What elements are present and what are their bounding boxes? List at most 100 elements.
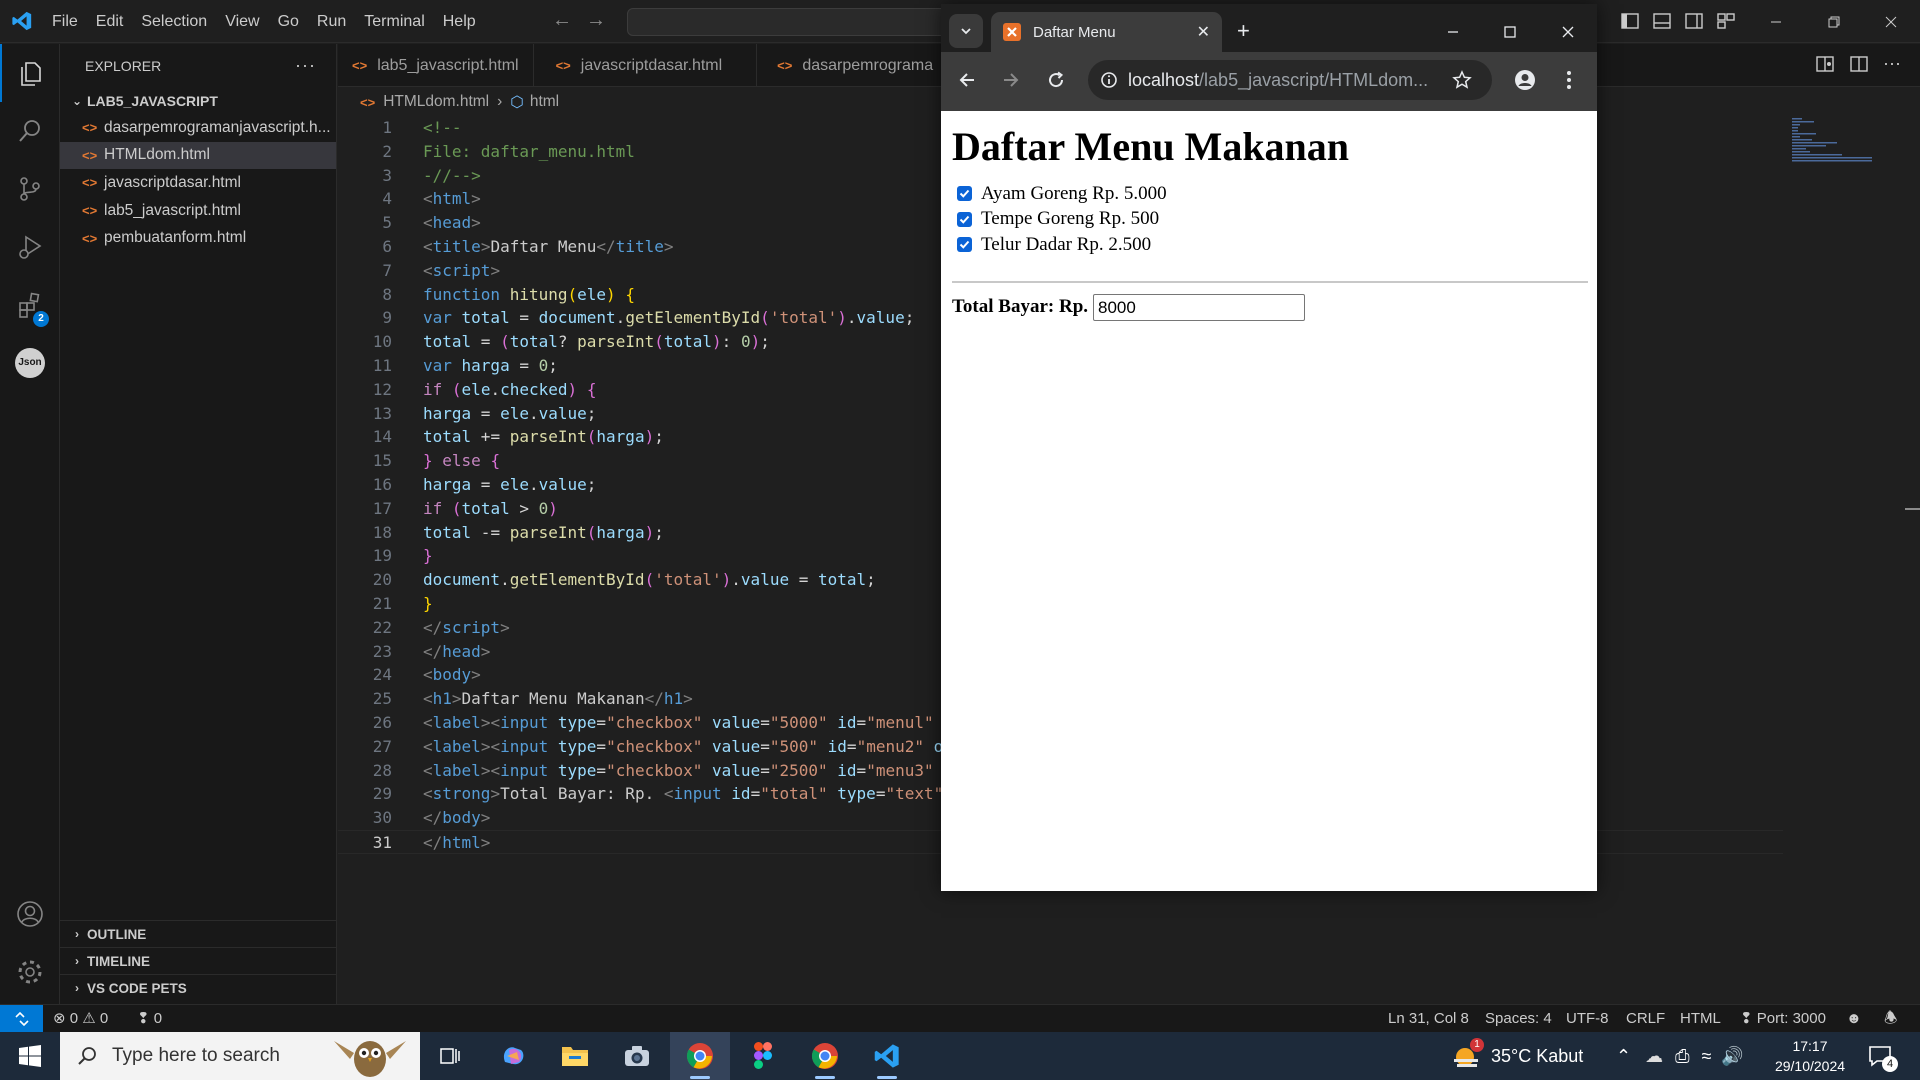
open-preview-icon[interactable] (1815, 54, 1835, 74)
weather-widget[interactable]: 1 35°C Kabut (1452, 1032, 1583, 1080)
manage-gear-icon[interactable] (0, 943, 60, 1001)
task-view-icon[interactable] (420, 1032, 480, 1080)
vscode-minimize-icon[interactable] (1747, 0, 1805, 43)
address-bar[interactable]: localhost/lab5_javascript/HTMLdom.... (1088, 60, 1492, 100)
file-item[interactable]: <> pembuatanform.html (60, 224, 336, 252)
code-token: { (490, 451, 501, 471)
end-of-line[interactable]: CRLF (1626, 1005, 1665, 1032)
chrome-taskbar-icon-active[interactable] (670, 1032, 730, 1080)
copilot-app-icon[interactable] (483, 1032, 543, 1080)
checkbox-checked-icon[interactable] (957, 211, 972, 227)
checkbox-checked-icon[interactable] (957, 186, 972, 201)
file-explorer-icon[interactable] (545, 1032, 605, 1080)
total-input[interactable]: 8000 (1093, 293, 1306, 321)
chrome-menu-kebab-icon[interactable] (1551, 62, 1587, 98)
search-activity-icon[interactable] (0, 102, 60, 160)
checkbox-checked-icon[interactable] (957, 237, 972, 252)
more-actions-icon[interactable]: ··· (295, 55, 316, 76)
source-control-activity-icon[interactable] (0, 160, 60, 218)
command-center-search[interactable] (627, 8, 947, 36)
accounts-icon[interactable] (0, 885, 60, 943)
chrome-second-profile-icon[interactable] (795, 1032, 855, 1080)
bookmark-star-icon[interactable] (1452, 70, 1472, 90)
breadcrumb-symbol[interactable]: html (530, 93, 559, 111)
chrome-maximize-icon[interactable] (1482, 12, 1538, 52)
tab-lab5-javascript[interactable]: <> lab5_javascript.html (338, 44, 534, 87)
vscode-pets-section[interactable]: › VS CODE PETS (60, 974, 336, 1001)
back-arrow-icon[interactable] (949, 62, 985, 98)
camera-app-icon[interactable] (607, 1032, 667, 1080)
start-windows-icon[interactable] (0, 1032, 60, 1080)
scrollbar-marker[interactable] (1905, 508, 1920, 510)
figma-icon[interactable] (733, 1032, 793, 1080)
cursor-position[interactable]: Ln 31, Col 8 (1388, 1005, 1469, 1032)
problems-indicator[interactable]: ⊗ 0 ⚠ 0 (53, 1005, 108, 1032)
toggle-secondary-sidebar-icon[interactable] (1684, 11, 1704, 31)
menu-edit[interactable]: Edit (87, 0, 133, 43)
menu-terminal[interactable]: Terminal (355, 0, 433, 43)
menu-run[interactable]: Run (308, 0, 355, 43)
explorer-activity-icon[interactable] (0, 44, 60, 102)
tab-search-chevron-icon[interactable] (949, 14, 983, 48)
file-item[interactable]: <> dasarpemrogramanjavascript.h... (60, 114, 336, 142)
timeline-section[interactable]: › TIMELINE (60, 947, 336, 974)
onedrive-error-icon[interactable]: ☁ (1645, 1046, 1663, 1067)
menu-go[interactable]: Go (269, 0, 308, 43)
menu-file[interactable]: File (43, 0, 87, 43)
tab-dasarpemrograman[interactable]: <> dasarpemrograma (757, 44, 949, 87)
run-debug-activity-icon[interactable] (0, 218, 60, 276)
wifi-icon[interactable]: ≈ (1702, 1046, 1712, 1067)
outline-section[interactable]: › OUTLINE (60, 920, 336, 947)
tab-javascriptdasar[interactable]: <> javascriptdasar.html (534, 44, 758, 87)
breadcrumb-file[interactable]: HTMLdom.html (383, 93, 489, 111)
menu-view[interactable]: View (216, 0, 268, 43)
go-back-arrow-icon[interactable]: ← (552, 9, 572, 32)
volume-icon[interactable]: 🔊 (1721, 1046, 1743, 1067)
show-hidden-icons-chevron-icon[interactable]: ⌃ (1616, 1046, 1631, 1067)
vscode-close-icon[interactable] (1862, 0, 1920, 43)
go-forward-arrow-icon[interactable]: → (586, 9, 606, 32)
chrome-close-icon[interactable] (1540, 12, 1596, 52)
site-info-icon[interactable] (1100, 71, 1118, 89)
vscode-taskbar-icon[interactable] (857, 1032, 917, 1080)
menu-selection[interactable]: Selection (132, 0, 216, 43)
reload-icon[interactable] (1038, 62, 1074, 98)
notification-center-icon[interactable]: 4 (1868, 1032, 1898, 1080)
notifications-bell-icon[interactable]: 🕭 (1884, 1005, 1897, 1032)
workspace-folder[interactable]: ⌄ LAB5_JAVASCRIPT (60, 87, 336, 114)
toggle-primary-sidebar-icon[interactable] (1620, 11, 1640, 31)
language-mode[interactable]: HTML (1680, 1005, 1721, 1032)
chrome-minimize-icon[interactable] (1425, 12, 1481, 52)
ports-indicator[interactable]: ❢ 0 (137, 1005, 162, 1032)
menu-help[interactable]: Help (434, 0, 485, 43)
live-server-port[interactable]: ❢ Port: 3000 (1740, 1005, 1826, 1032)
remote-indicator-icon[interactable] (0, 1005, 43, 1032)
json-extension-activity-icon[interactable]: Json (0, 334, 60, 392)
chrome-tab-daftar-menu[interactable]: Daftar Menu ✕ (991, 12, 1222, 52)
new-tab-plus-icon[interactable]: + (1237, 18, 1250, 44)
file-item[interactable]: <> javascriptdasar.html (60, 169, 336, 197)
menu-item-row[interactable]: Tempe Goreng Rp. 500 (957, 207, 1159, 232)
copilot-icon[interactable]: ☻ (1846, 1005, 1862, 1032)
vscode-restore-icon[interactable] (1805, 0, 1863, 43)
meet-now-icon[interactable]: ⎙ (1675, 1046, 1689, 1067)
file-item[interactable]: <> HTMLdom.html (60, 141, 336, 170)
encoding[interactable]: UTF-8 (1566, 1005, 1609, 1032)
taskbar-search-box[interactable]: Type here to search (60, 1032, 420, 1080)
more-editor-actions-icon[interactable]: ··· (1883, 54, 1901, 74)
line-number: 1 (382, 118, 392, 137)
profile-avatar-icon[interactable] (1507, 62, 1543, 98)
forward-arrow-icon[interactable] (993, 62, 1029, 98)
toggle-panel-icon[interactable] (1652, 11, 1672, 31)
extensions-activity-icon[interactable]: 2 (0, 276, 60, 334)
menu-item-row[interactable]: Telur Dadar Rp. 2.500 (957, 232, 1151, 257)
file-item[interactable]: <> lab5_javascript.html (60, 197, 336, 225)
close-tab-icon[interactable]: ✕ (1197, 22, 1210, 42)
minimap[interactable] (1790, 116, 1900, 176)
indentation[interactable]: Spaces: 4 (1485, 1005, 1552, 1032)
code-token: </ (596, 237, 616, 256)
taskbar-clock[interactable]: 17:17 29/10/2024 (1770, 1036, 1850, 1076)
menu-item-row[interactable]: Ayam Goreng Rp. 5.000 (957, 181, 1167, 206)
customize-layout-icon[interactable] (1716, 11, 1736, 31)
split-editor-icon[interactable] (1849, 54, 1869, 74)
